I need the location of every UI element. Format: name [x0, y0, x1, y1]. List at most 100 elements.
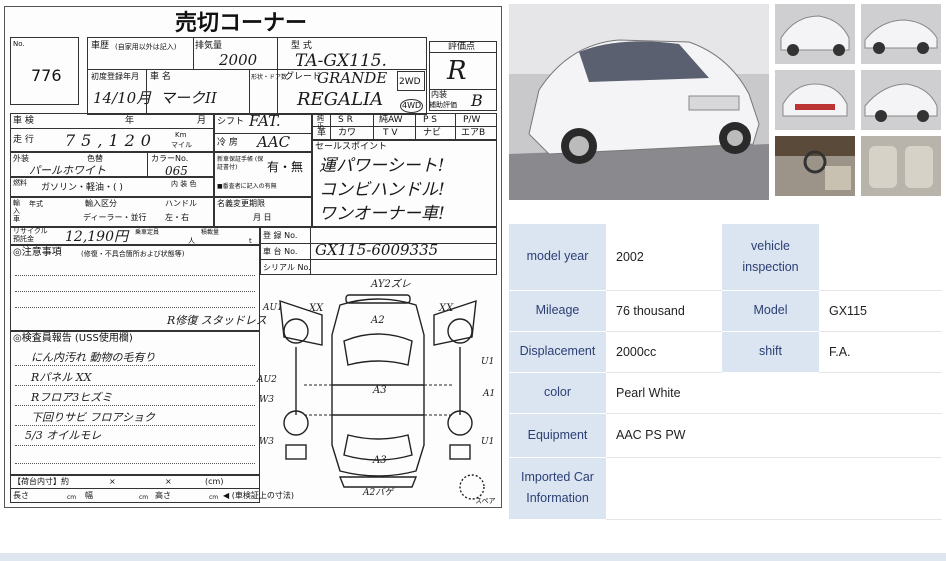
interior-color-label: 内 装 色	[171, 180, 197, 188]
grade-value-1: GRANDE	[317, 69, 388, 87]
inspector-line-5: 5/3 オイルモレ	[25, 429, 102, 442]
manual-label: 新車保証手帳 (保証書付)	[217, 156, 264, 171]
mark-au1: AU1	[263, 303, 283, 313]
mark-a3-rear: A3	[373, 455, 387, 466]
inspector-line-1: にん内汚れ 動物の毛有り	[31, 351, 156, 364]
fuel-label: 燃料	[13, 179, 27, 187]
spare-label: スペア	[475, 497, 496, 505]
manual-value: 有・無	[267, 160, 304, 174]
interior-score: B	[471, 91, 483, 110]
spec-table: model year 2002 vehicle inspection Milea…	[509, 224, 942, 520]
thumb-rear-quarter[interactable]	[861, 70, 941, 130]
year-label: 年式	[29, 200, 43, 208]
mark-xx-left: XX	[309, 303, 324, 314]
displacement-value: 2000cc	[606, 331, 722, 373]
sales-point-2: コンビハンドル!	[319, 180, 445, 200]
ac-value: AAC	[257, 133, 291, 151]
score-label: 評価点	[448, 42, 476, 52]
history-note: (自家用以外は記入)	[115, 43, 177, 51]
thumb-side[interactable]	[861, 4, 941, 64]
car-name-label: 車 名	[150, 72, 171, 82]
load-label: 積載量	[201, 229, 220, 236]
main-photo[interactable]	[509, 4, 769, 200]
shift-value: F.A.	[819, 331, 942, 373]
option-ps: P S	[423, 115, 438, 125]
mileage-label: Mileage	[509, 290, 606, 332]
shift-label: シフト	[217, 117, 245, 127]
thumb-rear[interactable]	[775, 70, 855, 130]
lot-number: 776	[31, 66, 62, 85]
mile-label: マイル	[171, 141, 192, 149]
handle-label: ハンドル	[165, 199, 197, 208]
row-shaken	[10, 113, 214, 129]
option-pw: P/W	[463, 115, 481, 125]
mileage-value: 75,120	[65, 131, 157, 150]
mark-ay2: AY2ズレ	[371, 279, 411, 290]
mark-a3-mid: A3	[373, 385, 387, 396]
option-aw: 純AW	[379, 115, 403, 125]
first-reg-value: 14/10月	[93, 89, 152, 107]
thumb-front[interactable]	[775, 4, 855, 64]
displacement-label: Displacement	[509, 331, 606, 373]
inspector-label: ◎検査員報告 (USS使用欄)	[13, 333, 133, 344]
car-name-value: マークII	[160, 89, 217, 107]
model-value: GX115	[819, 290, 942, 332]
manual-note: ■番査者に記入の有無	[217, 183, 277, 190]
footer-band	[0, 553, 946, 561]
type-label: 型 式	[291, 41, 312, 51]
mark-a2-top: A2	[371, 315, 385, 326]
doors-label: 形状・ドア数	[251, 74, 288, 81]
mark-xx-right: XX	[439, 303, 454, 314]
type-value: TA-GX115.	[295, 51, 387, 71]
serial-label: シリアル No.	[263, 263, 311, 272]
color-label: color	[509, 372, 606, 414]
interior-sub-label: 補助評価	[429, 101, 457, 109]
interior-label: 内装	[431, 90, 447, 99]
inspector-line-2: Rパネル XX	[31, 371, 92, 384]
option-tv: T V	[383, 128, 398, 138]
inspector-line-3: Rフロア3ヒズミ	[31, 391, 113, 404]
option-kawa: カワ	[338, 128, 357, 138]
color-no-value: 065	[165, 164, 188, 178]
option-leather: 革	[317, 128, 327, 138]
drive-2wd: 2WD	[399, 77, 421, 87]
handle-value: 左・右	[165, 213, 189, 222]
auction-sheet: 売切コーナー No. 776 車歴 (自家用以外は記入) 排気量 2000 型 …	[4, 6, 502, 508]
mark-w3-lower: W3	[259, 437, 274, 447]
grade-label: グレード	[285, 72, 322, 82]
mark-w3-upper: W3	[259, 395, 274, 405]
sales-point-3: ワンオーナー車!	[319, 204, 445, 224]
chassis-value: GX115-6009335	[315, 241, 439, 259]
length-label: 長さ	[13, 491, 29, 500]
sheet-title: 売切コーナー	[175, 11, 308, 36]
option-airbag: エアB	[461, 128, 486, 138]
ac-label: 冷 房	[217, 138, 238, 148]
fuel-value: ガソリン・軽油・( )	[41, 183, 123, 193]
notes-label: ◎注意事項	[13, 247, 62, 258]
thumb-seats[interactable]	[861, 136, 941, 196]
mark-a2-bumper: A2バゲ	[363, 488, 394, 498]
repair-note: R修復 スタッドレス	[167, 314, 267, 327]
recycle-label: リサイクル 預託金	[13, 227, 48, 243]
lot-label: No.	[13, 40, 25, 48]
sales-point-1: 運パワーシート!	[319, 156, 445, 176]
model-year-label: model year	[509, 224, 606, 291]
option-sr: S R	[338, 115, 353, 125]
reg-label: 登 録 No.	[263, 231, 298, 240]
mark-a1: A1	[483, 389, 496, 399]
import-label: 輸入区分	[85, 199, 117, 208]
vehicle-inspection-label: vehicle inspection	[722, 224, 819, 291]
model-year-value: 2002	[606, 224, 722, 291]
equipment-label: Equipment	[509, 413, 606, 458]
first-reg-label: 初度登録年月	[91, 72, 139, 81]
grade-score: R	[447, 56, 467, 86]
vehicle-inspection-value	[819, 224, 942, 291]
thumb-dashboard[interactable]	[775, 136, 855, 196]
name-change-label: 名義変更期限	[217, 199, 265, 208]
name-change-value: 月 日	[253, 213, 272, 222]
displacement-value: 2000	[219, 51, 258, 69]
cargo-label: 【荷台内寸】約	[13, 477, 69, 486]
width-label: 幅	[85, 491, 93, 500]
recycle-value: 12,190円	[65, 229, 128, 245]
mileage-label: 走 行	[13, 135, 34, 145]
